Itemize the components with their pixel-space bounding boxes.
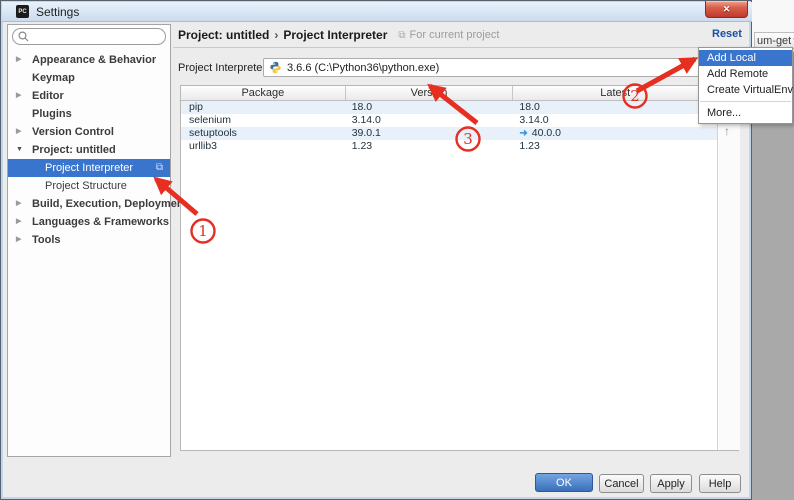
sidebar-item-plugins[interactable]: Plugins bbox=[8, 105, 170, 123]
interpreter-value: 3.6.6 (C:\Python36\python.exe) bbox=[287, 62, 439, 74]
reset-link[interactable]: Reset bbox=[712, 28, 742, 40]
help-button[interactable]: Help bbox=[699, 474, 741, 493]
sidebar-item-label: Project Interpreter bbox=[45, 162, 133, 174]
settings-sidebar: ▶ Appearance & Behavior Keymap ▶ Editor … bbox=[7, 24, 171, 457]
sidebar-item-editor[interactable]: ▶ Editor bbox=[8, 87, 170, 105]
ok-button[interactable]: OK bbox=[535, 473, 593, 492]
shared-settings-icon: ⧉ bbox=[156, 159, 163, 177]
sidebar-item-project-structure[interactable]: Project Structure bbox=[8, 177, 170, 195]
sidebar-item-version-control[interactable]: ▶ Version Control bbox=[8, 123, 170, 141]
sidebar-item-project-untitled[interactable]: ▼ Project: untitled bbox=[8, 141, 170, 159]
upgrade-package-button[interactable]: ↑ bbox=[724, 124, 730, 138]
chevron-down-icon: ▼ bbox=[16, 141, 26, 159]
packages-table: Package Version Latest pip 18.0 18.0 sel… bbox=[181, 86, 718, 450]
scope-note: ⧉ For current project bbox=[398, 29, 499, 41]
chevron-right-icon: ▶ bbox=[16, 195, 26, 213]
table-row-urllib3[interactable]: urllib3 1.23 1.23 bbox=[181, 140, 717, 153]
menu-separator bbox=[700, 101, 791, 102]
table-header-row: Package Version Latest bbox=[181, 86, 717, 101]
upgrade-arrow-icon: ➜ bbox=[519, 127, 527, 140]
cell-latest: 18.0 bbox=[519, 101, 539, 114]
sidebar-item-label: Appearance & Behavior bbox=[32, 54, 156, 66]
menu-item-create-virtualenv[interactable]: Create VirtualEnv bbox=[699, 82, 792, 98]
table-row-pip[interactable]: pip 18.0 18.0 bbox=[181, 101, 717, 114]
sidebar-item-label: Version Control bbox=[32, 126, 114, 138]
sidebar-item-languages-frameworks[interactable]: ▶ Languages & Frameworks bbox=[8, 213, 170, 231]
sidebar-item-label: Keymap bbox=[32, 72, 75, 84]
python-icon bbox=[269, 61, 282, 74]
cancel-button[interactable]: Cancel bbox=[599, 474, 644, 493]
column-header-version[interactable]: Version bbox=[346, 86, 514, 100]
cell-version: 3.14.0 bbox=[346, 114, 514, 127]
sidebar-item-label: Tools bbox=[32, 234, 61, 246]
chevron-right-icon: ▶ bbox=[16, 51, 26, 69]
sidebar-item-appearance-behavior[interactable]: ▶ Appearance & Behavior bbox=[8, 51, 170, 69]
apply-button[interactable]: Apply bbox=[650, 474, 692, 493]
sidebar-item-tools[interactable]: ▶ Tools bbox=[8, 231, 170, 249]
sidebar-item-project-interpreter[interactable]: Project Interpreter ⧉ bbox=[8, 159, 170, 177]
header-divider bbox=[173, 47, 747, 48]
breadcrumb: Project: untitled › Project Interpreter … bbox=[178, 28, 499, 42]
close-button[interactable]: ✕ bbox=[705, 1, 748, 18]
cell-package: urllib3 bbox=[181, 140, 346, 153]
close-icon: ✕ bbox=[723, 4, 731, 15]
search-input[interactable] bbox=[32, 31, 152, 43]
partial-dropdown-label: um-get bbox=[757, 35, 791, 47]
sidebar-item-label: Plugins bbox=[32, 108, 72, 120]
cell-version: 1.23 bbox=[346, 140, 514, 153]
menu-item-add-local[interactable]: Add Local bbox=[699, 50, 792, 66]
sidebar-item-label: Project: untitled bbox=[32, 144, 116, 156]
cell-latest: 3.14.0 bbox=[519, 114, 548, 127]
table-row-selenium[interactable]: selenium 3.14.0 3.14.0 bbox=[181, 114, 717, 127]
chevron-right-icon: ▶ bbox=[16, 123, 26, 141]
sidebar-item-label: Languages & Frameworks bbox=[32, 216, 169, 228]
add-interpreter-menu: Add Local Add Remote Create VirtualEnv M… bbox=[698, 47, 793, 124]
window-title: Settings bbox=[36, 5, 79, 19]
search-box[interactable] bbox=[12, 28, 166, 45]
pycharm-app-icon: PC bbox=[16, 5, 29, 18]
settings-tree: ▶ Appearance & Behavior Keymap ▶ Editor … bbox=[8, 51, 170, 249]
screenshot-root: um-get ▾ PC Settings ✕ ▶ Appearance & bbox=[0, 0, 794, 500]
cell-latest: 1.23 bbox=[519, 140, 539, 153]
sidebar-item-label: Editor bbox=[32, 90, 64, 102]
cell-latest: 40.0.0 bbox=[532, 127, 561, 140]
search-icon bbox=[18, 31, 29, 42]
menu-item-add-remote[interactable]: Add Remote bbox=[699, 66, 792, 82]
scope-note-label: For current project bbox=[410, 29, 500, 41]
title-bar[interactable]: PC Settings bbox=[2, 2, 752, 22]
cell-version: 39.0.1 bbox=[346, 127, 514, 140]
interpreter-dropdown[interactable]: 3.6.6 (C:\Python36\python.exe) bbox=[263, 58, 699, 77]
menu-item-more[interactable]: More... bbox=[699, 105, 792, 121]
cell-package: selenium bbox=[181, 114, 346, 127]
breadcrumb-project[interactable]: Project: untitled bbox=[178, 28, 269, 42]
settings-dialog: PC Settings ✕ ▶ Appearance & Behavior bbox=[0, 0, 752, 500]
sidebar-item-label: Project Structure bbox=[45, 180, 127, 192]
table-row-setuptools[interactable]: setuptools 39.0.1 ➜ 40.0.0 bbox=[181, 127, 717, 140]
packages-panel: Package Version Latest pip 18.0 18.0 sel… bbox=[180, 85, 739, 451]
column-header-latest[interactable]: Latest bbox=[513, 86, 717, 100]
sidebar-item-keymap[interactable]: Keymap bbox=[8, 69, 170, 87]
chevron-right-icon: ▶ bbox=[16, 213, 26, 231]
package-toolbar: ↑ bbox=[719, 86, 740, 450]
cell-package: pip bbox=[181, 101, 346, 114]
chevron-right-icon: ▶ bbox=[16, 231, 26, 249]
column-header-package[interactable]: Package bbox=[181, 86, 346, 100]
sidebar-item-label: Build, Execution, Deployment bbox=[32, 198, 187, 210]
breadcrumb-separator: › bbox=[274, 28, 278, 42]
sidebar-item-build-execution-deployment[interactable]: ▶ Build, Execution, Deployment bbox=[8, 195, 170, 213]
chevron-right-icon: ▶ bbox=[16, 87, 26, 105]
scope-icon: ⧉ bbox=[398, 30, 405, 41]
interpreter-label: Project Interpreter: bbox=[178, 62, 269, 74]
cell-package: setuptools bbox=[181, 127, 346, 140]
page-title: Project Interpreter bbox=[283, 28, 387, 42]
cell-version: 18.0 bbox=[346, 101, 514, 114]
